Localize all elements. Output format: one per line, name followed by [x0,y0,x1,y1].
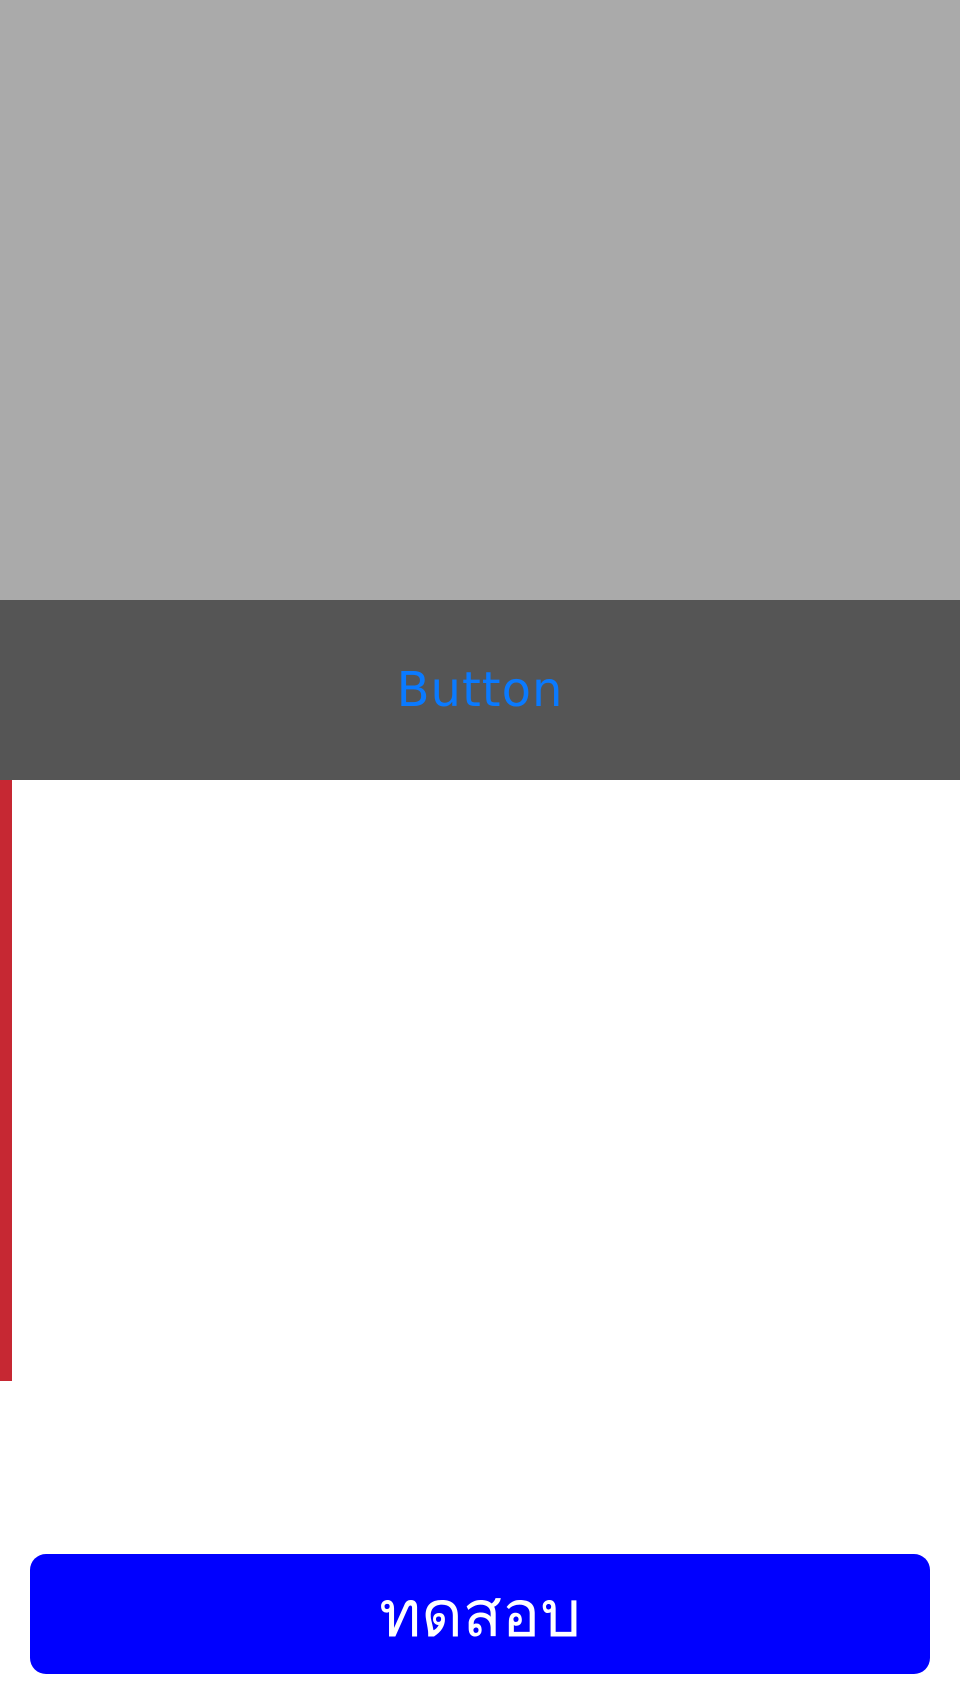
test-button[interactable]: ทดสอบ [30,1554,930,1674]
button-bar: Button [0,600,960,780]
test-button-label: ทดสอบ [379,1578,581,1652]
app-screen: Button ทดสอบ [0,0,960,1704]
image-placeholder-panel [0,0,960,600]
red-side-stripe [0,780,12,1381]
link-button[interactable]: Button [397,662,564,718]
